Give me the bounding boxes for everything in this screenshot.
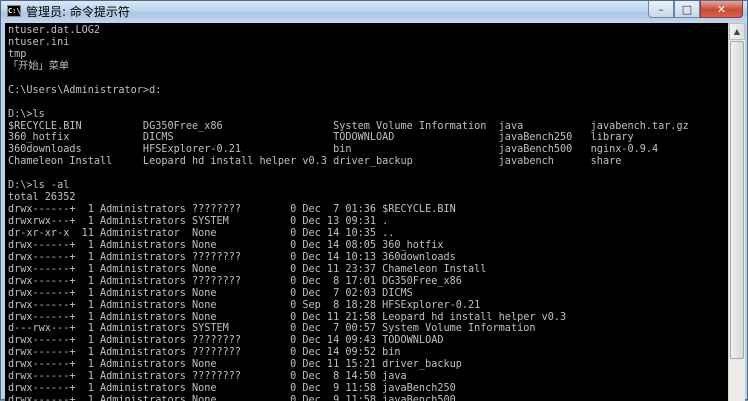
console-line: 360downloads HFSExplorer-0.21 bin javaBe… xyxy=(8,144,659,156)
console-line: C:\Users\Administrator>d: xyxy=(8,84,162,96)
console-line: ntuser.dat.LOG2 xyxy=(8,25,101,36)
console-line: drwx------+ 1 Administrators ???????? 0 … xyxy=(8,371,407,383)
console-line: ntuser.ini xyxy=(8,36,70,48)
title-bar[interactable]: C:\ 管理员: 命令提示符 – □ ✕ xyxy=(1,1,747,23)
console-line: drwx------+ 1 Administrators ???????? 0 … xyxy=(8,347,401,359)
window-title: 管理员: 命令提示符 xyxy=(26,5,130,19)
console-line: 360_hotfix DICMS TODOWNLOAD javaBench250… xyxy=(8,132,634,144)
console-line: 「开始」菜单 xyxy=(8,60,70,72)
scrollbar-thumb[interactable] xyxy=(730,41,744,359)
console-line: d---rwx---+ 1 Administrators SYSTEM 0 De… xyxy=(8,323,536,335)
command-prompt-window: C:\ 管理员: 命令提示符 – □ ✕ ntuser.dat.LOG2 ntus… xyxy=(0,0,748,401)
console-line: drwx------+ 1 Administrators None 0 Dec … xyxy=(8,263,487,275)
console-line: dr-xr-xr-x 11 Administrator None 0 Dec 1… xyxy=(8,227,395,239)
console-line: drwx------+ 1 Administrators None 0 Dec … xyxy=(8,311,567,323)
console-line: D:\>ls xyxy=(8,108,45,120)
console-icon[interactable]: C:\ xyxy=(7,5,21,17)
console-line: drwx------+ 1 Administrators ???????? 0 … xyxy=(8,204,456,216)
console-line: drwx------+ 1 Administrators None 0 Dec … xyxy=(8,287,413,299)
console-output[interactable]: ntuser.dat.LOG2 ntuser.ini tmp 「开始」菜单 C:\Use… xyxy=(5,23,728,401)
console-line: total 26352 xyxy=(8,192,76,204)
console-line: drwx------+ 1 Administrators None 0 Dec … xyxy=(8,239,444,251)
console-line: drwx------+ 1 Administrators None 0 Dec … xyxy=(8,383,456,395)
console-line: drwx------+ 1 Administrators ???????? 0 … xyxy=(8,275,462,287)
console-line: drwx------+ 1 Administrators None 0 Dec … xyxy=(8,359,462,371)
console-line: tmp xyxy=(8,48,27,60)
console-line: drwx------+ 1 Administrators None 0 Dec … xyxy=(8,395,456,401)
window-controls: – □ ✕ xyxy=(648,1,743,19)
minimize-button[interactable]: – xyxy=(648,1,674,18)
console-line: Chameleon Install Leopard hd install hel… xyxy=(8,156,622,168)
maximize-button[interactable]: □ xyxy=(674,1,700,18)
console-line: drwxrwx---+ 1 Administrators SYSTEM 0 De… xyxy=(8,216,389,227)
console-line: D:\>ls -al xyxy=(8,180,70,192)
console-line: drwx------+ 1 Administrators None 0 Sep … xyxy=(8,299,481,311)
console-line: drwx------+ 1 Administrators ???????? 0 … xyxy=(8,251,456,263)
scroll-up-arrow-icon[interactable]: ▲ xyxy=(729,23,745,40)
console-line: drwx------+ 1 Administrators ???????? 0 … xyxy=(8,335,444,347)
console-line: $RECYCLE.BIN DG350Free_x86 System Volume… xyxy=(8,120,689,132)
console-lines: ntuser.dat.LOG2 ntuser.ini tmp 「开始」菜单 C:\Use… xyxy=(5,23,728,401)
vertical-scrollbar[interactable]: ▲ xyxy=(728,23,745,401)
close-button[interactable]: ✕ xyxy=(700,1,743,18)
